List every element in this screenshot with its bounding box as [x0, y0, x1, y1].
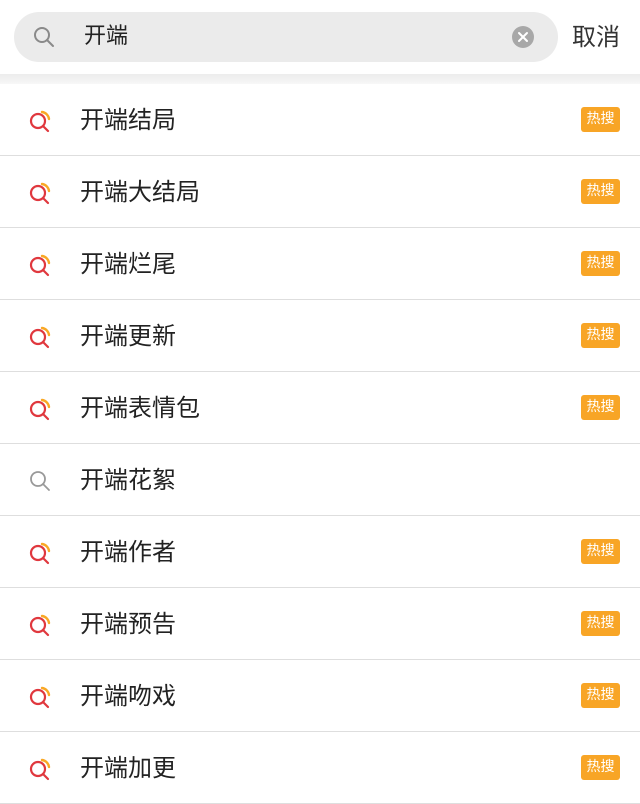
- hot-search-icon: [28, 757, 52, 781]
- suggestion-item[interactable]: 开端烂尾 热搜: [0, 228, 640, 300]
- hot-badge: 热搜: [581, 755, 620, 780]
- hot-search-icon: [28, 541, 52, 565]
- hot-search-icon: [28, 685, 52, 709]
- suggestion-item[interactable]: 开端预告 热搜: [0, 588, 640, 660]
- search-box[interactable]: [14, 12, 558, 62]
- hot-badge: 热搜: [581, 107, 620, 132]
- search-icon: [28, 469, 52, 493]
- suggestion-item[interactable]: 开端表情包 热搜: [0, 372, 640, 444]
- suggestion-list: 开端结局 热搜 开端大结局 热搜 开端烂尾 热搜 开端更新 热搜 开端表情包 热搜 开端花絮 开端作者…: [0, 84, 640, 804]
- suggestion-item[interactable]: 开端大结局 热搜: [0, 156, 640, 228]
- suggestion-label: 开端表情包: [80, 394, 200, 422]
- divider: [0, 74, 640, 84]
- suggestion-label: 开端吻戏: [80, 682, 176, 710]
- hot-badge: 热搜: [581, 323, 620, 348]
- hot-search-icon: [28, 109, 52, 133]
- suggestion-label: 开端更新: [80, 322, 176, 350]
- suggestion-item[interactable]: 开端吻戏 热搜: [0, 660, 640, 732]
- top-bar: 取消: [0, 0, 640, 74]
- hot-search-icon: [28, 253, 52, 277]
- hot-badge: 热搜: [581, 179, 620, 204]
- suggestion-label: 开端烂尾: [80, 250, 176, 278]
- hot-badge: 热搜: [581, 395, 620, 420]
- hot-search-icon: [28, 397, 52, 421]
- suggestion-label: 开端预告: [80, 610, 176, 638]
- suggestion-label: 开端加更: [80, 754, 176, 782]
- suggestion-label: 开端大结局: [80, 178, 200, 206]
- hot-badge: 热搜: [581, 539, 620, 564]
- suggestion-label: 开端作者: [80, 538, 176, 566]
- search-icon: [34, 27, 54, 47]
- hot-badge: 热搜: [581, 611, 620, 636]
- hot-search-icon: [28, 181, 52, 205]
- suggestion-item[interactable]: 开端花絮: [0, 444, 640, 516]
- suggestion-label: 开端花絮: [80, 466, 176, 494]
- clear-icon[interactable]: [511, 25, 535, 49]
- hot-search-icon: [28, 325, 52, 349]
- hot-badge: 热搜: [581, 251, 620, 276]
- hot-badge: 热搜: [581, 683, 620, 708]
- suggestion-label: 开端结局: [80, 106, 176, 134]
- search-input[interactable]: [84, 23, 504, 51]
- suggestion-item[interactable]: 开端结局 热搜: [0, 84, 640, 156]
- suggestion-item[interactable]: 开端作者 热搜: [0, 516, 640, 588]
- suggestion-item[interactable]: 开端更新 热搜: [0, 300, 640, 372]
- suggestion-item[interactable]: 开端加更 热搜: [0, 732, 640, 804]
- hot-search-icon: [28, 613, 52, 637]
- cancel-button[interactable]: 取消: [572, 20, 620, 54]
